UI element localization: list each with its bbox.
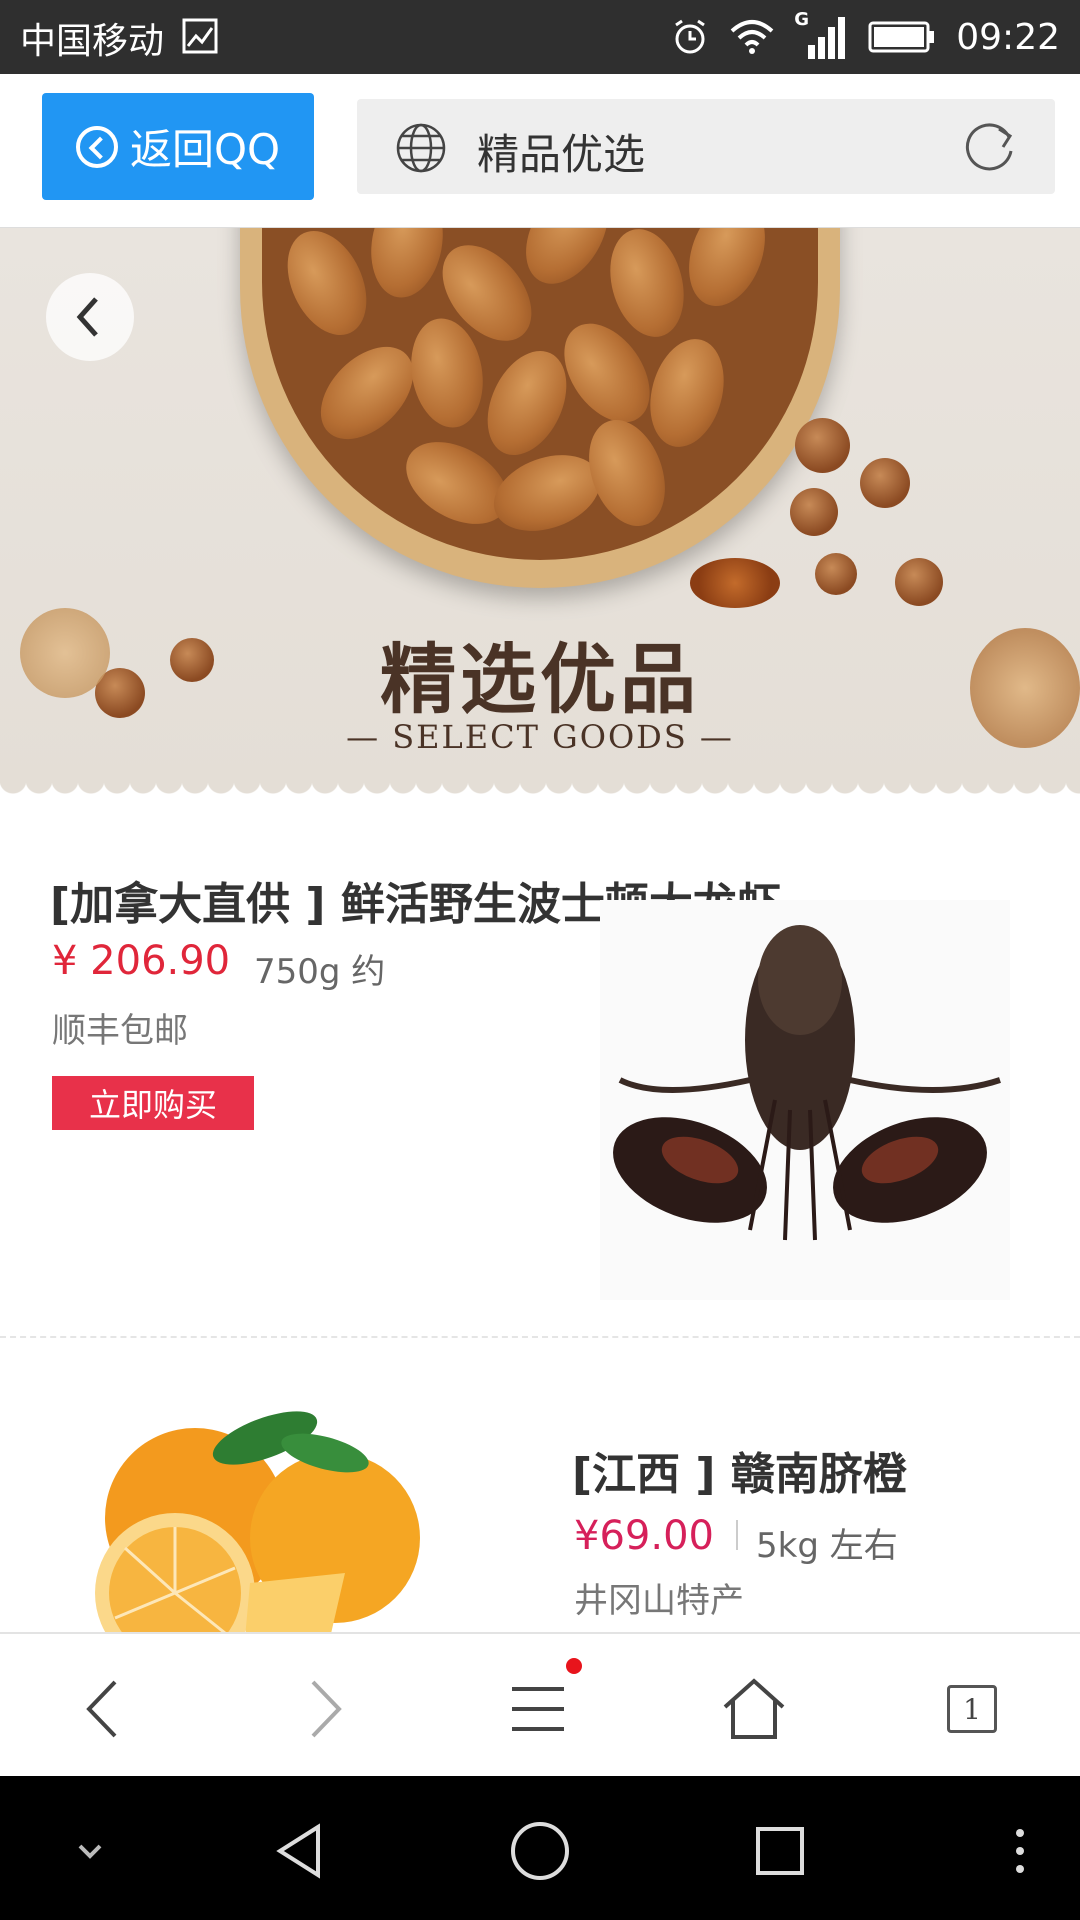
back-triangle-icon: [276, 1823, 320, 1879]
product-title: [江西 ] 赣南脐橙: [572, 1449, 907, 1500]
banner-scallop-edge: [0, 780, 1080, 806]
nav-back-button[interactable]: [260, 1816, 340, 1886]
signal-strength-icon: G: [794, 9, 848, 61]
status-bar: 中国移动 G 09:22: [0, 0, 1080, 74]
banner-subtitle: — SELECT GOODS —: [346, 718, 734, 756]
browser-toolbar: 1: [0, 1632, 1080, 1778]
buy-now-label: 立即购买: [88, 1086, 217, 1124]
page-title: 精品优选: [477, 130, 646, 179]
nav-home-button[interactable]: [500, 1816, 580, 1886]
chevron-right-icon: [311, 1680, 342, 1738]
clock-time: 09:22: [956, 16, 1060, 58]
home-icon: [723, 1678, 785, 1739]
wifi-icon: [730, 20, 774, 54]
product-weight: 750g 约: [254, 952, 386, 992]
home-circle-icon: [511, 1822, 569, 1880]
product-origin-note: 井冈山特产: [574, 1581, 744, 1621]
notification-dot: [566, 1658, 582, 1674]
product-weight: 5kg 左右: [756, 1526, 898, 1566]
android-nav-bar: [0, 1776, 1080, 1920]
browser-address-bar: 返回QQ 精品优选: [0, 74, 1080, 228]
tabs-button[interactable]: 1: [932, 1674, 1012, 1744]
nav-recents-button[interactable]: [740, 1816, 820, 1886]
product-divider: [0, 1336, 1080, 1338]
carrier-label: 中国移动: [20, 21, 165, 62]
battery-icon: [868, 21, 935, 53]
back-arrow-icon: [75, 125, 118, 168]
back-to-qq-label: 返回QQ: [129, 125, 281, 174]
recents-square-icon: [756, 1827, 804, 1875]
tab-count: 1: [947, 1685, 997, 1733]
back-to-qq-button[interactable]: 返回QQ: [42, 93, 314, 200]
banner-title: 精选优品: [380, 635, 700, 724]
chevron-down-icon: [78, 1844, 102, 1859]
page-content[interactable]: 精选优品 — SELECT GOODS — [加拿大直供 ] 鲜活野生波士顿大龙…: [0, 228, 1080, 1632]
promo-banner: 精选优品 — SELECT GOODS —: [0, 228, 1080, 803]
nav-more-button[interactable]: [980, 1816, 1060, 1886]
chevron-left-icon: [76, 297, 98, 337]
chevron-left-icon: [86, 1680, 117, 1738]
menu-icon: [512, 1687, 564, 1731]
menu-button[interactable]: [498, 1674, 578, 1744]
product-shipping-note: 顺丰包邮: [52, 1011, 188, 1051]
home-button[interactable]: [714, 1674, 794, 1744]
back-button[interactable]: [62, 1674, 142, 1744]
hide-nav-button[interactable]: [50, 1816, 130, 1886]
url-field[interactable]: 精品优选: [357, 99, 1055, 194]
price-separator: [736, 1520, 738, 1550]
image-notification-icon: [182, 18, 218, 54]
globe-icon: [396, 123, 446, 173]
more-vertical-icon: [1016, 1829, 1024, 1873]
buy-now-button[interactable]: 立即购买: [52, 1076, 254, 1130]
alarm-icon: [675, 19, 706, 54]
banner-back-button[interactable]: [46, 273, 134, 361]
product-price: ¥69.00: [574, 1513, 714, 1559]
orange-image: [95, 1411, 420, 1632]
lobster-image: [600, 900, 1010, 1300]
reload-icon[interactable]: [963, 119, 1019, 175]
forward-button[interactable]: [286, 1674, 366, 1744]
product-price: ¥ 206.90: [52, 938, 231, 984]
